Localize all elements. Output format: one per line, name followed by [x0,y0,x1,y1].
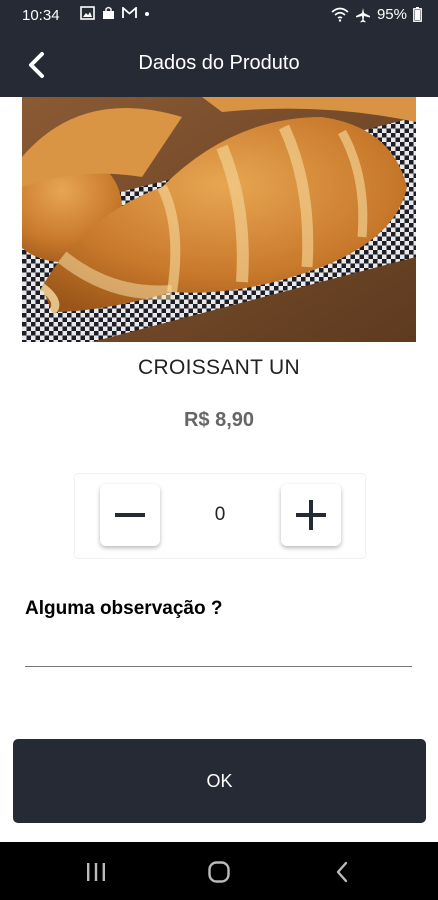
dot-icon [145,12,149,16]
battery-percent: 95% [376,6,407,23]
system-icons: 95% [331,6,422,23]
wifi-icon [331,7,349,22]
status-bar: 10:34 95% [0,0,438,34]
increase-button[interactable] [281,484,341,546]
gmail-icon [122,7,137,18]
status-time: 10:34 [22,7,60,24]
notification-icons [80,6,151,20]
quantity-stepper: 0 [74,473,366,559]
product-image [22,97,416,342]
airplane-icon [355,7,370,22]
plus-icon [296,500,326,530]
system-nav-bar [0,842,438,900]
product-name: CROISSANT UN [138,356,300,379]
observation-input[interactable] [25,630,412,667]
page-title: Dados do Produto [138,52,300,74]
recents-icon [87,863,105,881]
image-icon [80,6,95,20]
home-button[interactable] [199,858,239,886]
nav-back-button[interactable] [322,858,362,886]
bag-icon [103,6,114,19]
observation-label: Alguma observação ? [25,598,223,619]
recents-button[interactable] [76,858,116,886]
ok-button[interactable]: OK [13,739,426,823]
product-price: R$ 8,90 [183,409,255,431]
back-icon [336,861,348,883]
croissant-photo [22,97,416,342]
app-bar: Dados do Produto [0,34,438,97]
home-icon [208,861,230,883]
battery-icon [413,7,422,22]
